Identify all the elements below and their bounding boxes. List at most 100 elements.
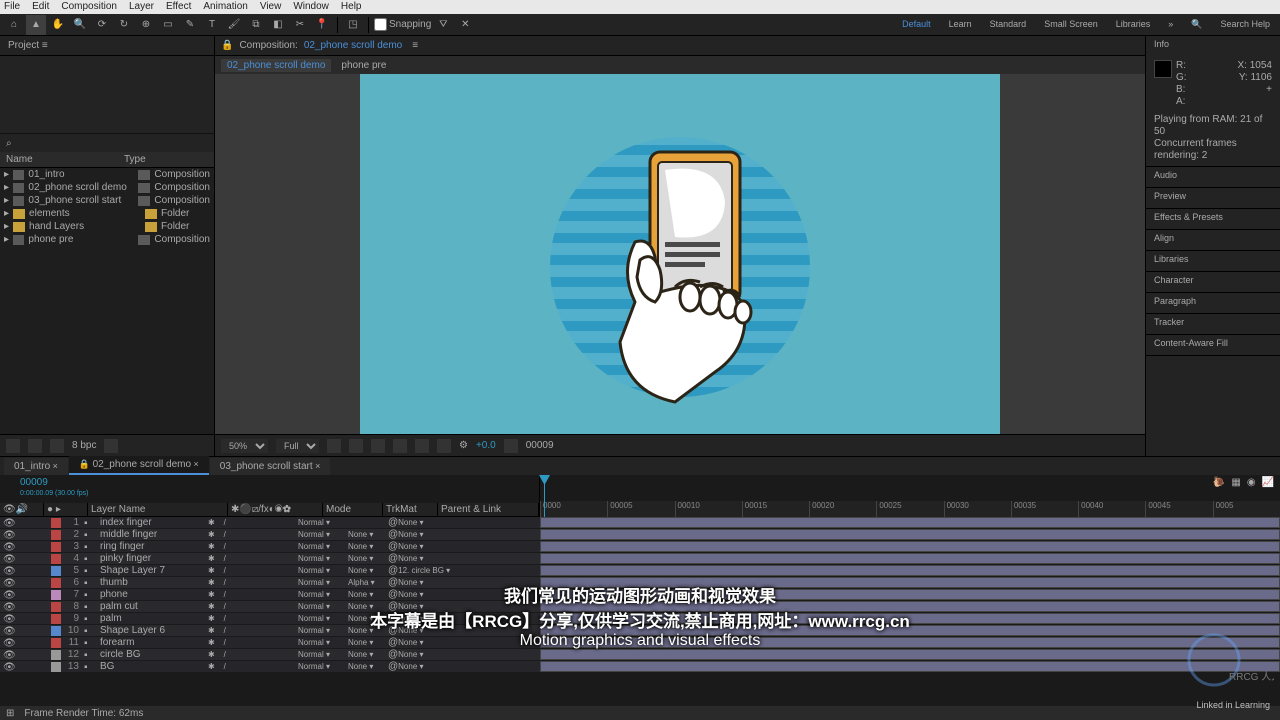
- layer-mode[interactable]: Normal ▾: [298, 626, 348, 635]
- visibility-icon[interactable]: 👁: [3, 626, 13, 636]
- pickwhip-icon[interactable]: @: [388, 637, 398, 648]
- layer-color-swatch[interactable]: [51, 578, 61, 588]
- grid-icon[interactable]: [327, 439, 341, 453]
- mask-icon[interactable]: [371, 439, 385, 453]
- layer-name[interactable]: ring finger: [98, 541, 208, 552]
- layer-parent[interactable]: None ▾: [398, 530, 458, 539]
- layer-name[interactable]: Shape Layer 6: [98, 625, 208, 636]
- layer-row[interactable]: 👁4▪pinky finger✱ /Normal ▾None ▾@None ▾: [0, 553, 540, 565]
- layer-switches[interactable]: ✱ /: [208, 578, 298, 587]
- layer-parent[interactable]: None ▾: [398, 626, 458, 635]
- comp-tab-close-icon[interactable]: ≡: [412, 40, 418, 51]
- timeline-tab-2[interactable]: 03_phone scroll start ×: [210, 458, 331, 475]
- layer-switches[interactable]: ✱ /: [208, 554, 298, 563]
- layer-name[interactable]: palm: [98, 613, 208, 624]
- layer-bar[interactable]: [540, 565, 1280, 576]
- menu-effect[interactable]: Effect: [166, 1, 191, 13]
- layer-switches[interactable]: ✱ /: [208, 662, 298, 671]
- motion-blur-icon[interactable]: ◉: [1247, 477, 1256, 488]
- workspace-standard[interactable]: Standard: [990, 19, 1027, 30]
- layer-color-swatch[interactable]: [51, 554, 61, 564]
- layer-row[interactable]: 👁5▪Shape Layer 7✱ /Normal ▾None ▾@12. ci…: [0, 565, 540, 577]
- layer-parent[interactable]: None ▾: [398, 542, 458, 551]
- layer-parent[interactable]: 12. circle BG ▾: [398, 566, 458, 575]
- preview-panel[interactable]: Preview: [1146, 188, 1280, 208]
- layer-name[interactable]: pinky finger: [98, 553, 208, 564]
- layer-row[interactable]: 👁1▪index finger✱ /Normal ▾@None ▾: [0, 517, 540, 529]
- resolution-select[interactable]: Full: [276, 439, 319, 453]
- workspace-libraries[interactable]: Libraries: [1116, 19, 1151, 30]
- project-panel-title[interactable]: Project ≡: [0, 36, 214, 56]
- layer-switches[interactable]: ✱ /: [208, 638, 298, 647]
- layer-bar[interactable]: [540, 517, 1280, 528]
- layer-switches[interactable]: ✱ /: [208, 602, 298, 611]
- comp-tab-name[interactable]: 02_phone scroll demo: [304, 40, 402, 51]
- pickwhip-icon[interactable]: @: [388, 541, 398, 552]
- layer-color-swatch[interactable]: [51, 542, 61, 552]
- exposure-value[interactable]: +0.0: [476, 440, 496, 451]
- menu-composition[interactable]: Composition: [61, 1, 117, 13]
- pickwhip-icon[interactable]: @: [388, 613, 398, 624]
- layer-color-swatch[interactable]: [51, 614, 61, 624]
- gear-icon[interactable]: ⚙: [459, 440, 468, 451]
- col-type[interactable]: Type: [118, 152, 152, 167]
- type-tool-icon[interactable]: T: [202, 15, 222, 35]
- transparency-icon[interactable]: [415, 439, 429, 453]
- layer-name[interactable]: circle BG: [98, 649, 208, 660]
- local-axis-icon[interactable]: ◳: [343, 15, 363, 35]
- visibility-icon[interactable]: 👁: [3, 542, 13, 552]
- layer-name[interactable]: thumb: [98, 577, 208, 588]
- layer-row[interactable]: 👁13▪BG✱ /Normal ▾None ▾@None ▾: [0, 661, 540, 673]
- layer-bar[interactable]: [540, 601, 1280, 612]
- layer-trkmat[interactable]: None ▾: [348, 530, 388, 539]
- rotate-tool-icon[interactable]: ↻: [114, 15, 134, 35]
- layer-mode[interactable]: Normal ▾: [298, 614, 348, 623]
- layer-mode[interactable]: Normal ▾: [298, 662, 348, 671]
- toggle-switches-icon[interactable]: ⊞: [6, 708, 14, 719]
- home-icon[interactable]: ⌂: [4, 15, 24, 35]
- rect-tool-icon[interactable]: ▭: [158, 15, 178, 35]
- pickwhip-icon[interactable]: @: [388, 661, 398, 672]
- frame-blend-icon[interactable]: ▦: [1231, 477, 1240, 488]
- eraser-tool-icon[interactable]: ◧: [268, 15, 288, 35]
- new-comp-icon[interactable]: [28, 439, 42, 453]
- layer-name[interactable]: phone: [98, 589, 208, 600]
- layer-mode[interactable]: Normal ▾: [298, 566, 348, 575]
- layer-switches[interactable]: ✱ /: [208, 590, 298, 599]
- project-item[interactable]: ▸02_phone scroll demoComposition: [0, 181, 214, 194]
- layer-color-swatch[interactable]: [51, 518, 61, 528]
- layer-color-swatch[interactable]: [51, 590, 61, 600]
- layer-name[interactable]: index finger: [98, 517, 208, 528]
- layer-color-swatch[interactable]: [51, 626, 61, 636]
- layer-bar[interactable]: [540, 613, 1280, 624]
- layer-mode[interactable]: Normal ▾: [298, 518, 348, 527]
- layer-bar[interactable]: [540, 637, 1280, 648]
- layer-name[interactable]: forearm: [98, 637, 208, 648]
- search-help-icon[interactable]: 🔍: [1191, 19, 1202, 30]
- roto-tool-icon[interactable]: ✂: [290, 15, 310, 35]
- layer-switches[interactable]: ✱ /: [208, 530, 298, 539]
- layer-parent[interactable]: None ▾: [398, 650, 458, 659]
- project-item[interactable]: ▸03_phone scroll startComposition: [0, 194, 214, 207]
- menu-layer[interactable]: Layer: [129, 1, 154, 13]
- visibility-icon[interactable]: 👁: [3, 662, 13, 672]
- layer-mode[interactable]: Normal ▾: [298, 554, 348, 563]
- lock-icon[interactable]: 🔒: [221, 40, 233, 51]
- layer-mode[interactable]: Normal ▾: [298, 578, 348, 587]
- layer-bar[interactable]: [540, 541, 1280, 552]
- brush-tool-icon[interactable]: 🖌: [224, 15, 244, 35]
- layer-parent[interactable]: None ▾: [398, 578, 458, 587]
- menu-window[interactable]: Window: [293, 1, 329, 13]
- pickwhip-icon[interactable]: @: [388, 589, 398, 600]
- pickwhip-icon[interactable]: @: [388, 529, 398, 540]
- layer-trkmat[interactable]: None ▾: [348, 566, 388, 575]
- snap-opt2-icon[interactable]: ✕: [455, 15, 475, 35]
- layer-name[interactable]: BG: [98, 661, 208, 672]
- align-panel[interactable]: Align: [1146, 230, 1280, 250]
- layer-bar[interactable]: [540, 589, 1280, 600]
- layer-switches[interactable]: ✱ /: [208, 650, 298, 659]
- pickwhip-icon[interactable]: @: [388, 625, 398, 636]
- info-panel-title[interactable]: Info: [1146, 36, 1280, 56]
- workspace-learn[interactable]: Learn: [949, 19, 972, 30]
- layer-parent[interactable]: None ▾: [398, 518, 458, 527]
